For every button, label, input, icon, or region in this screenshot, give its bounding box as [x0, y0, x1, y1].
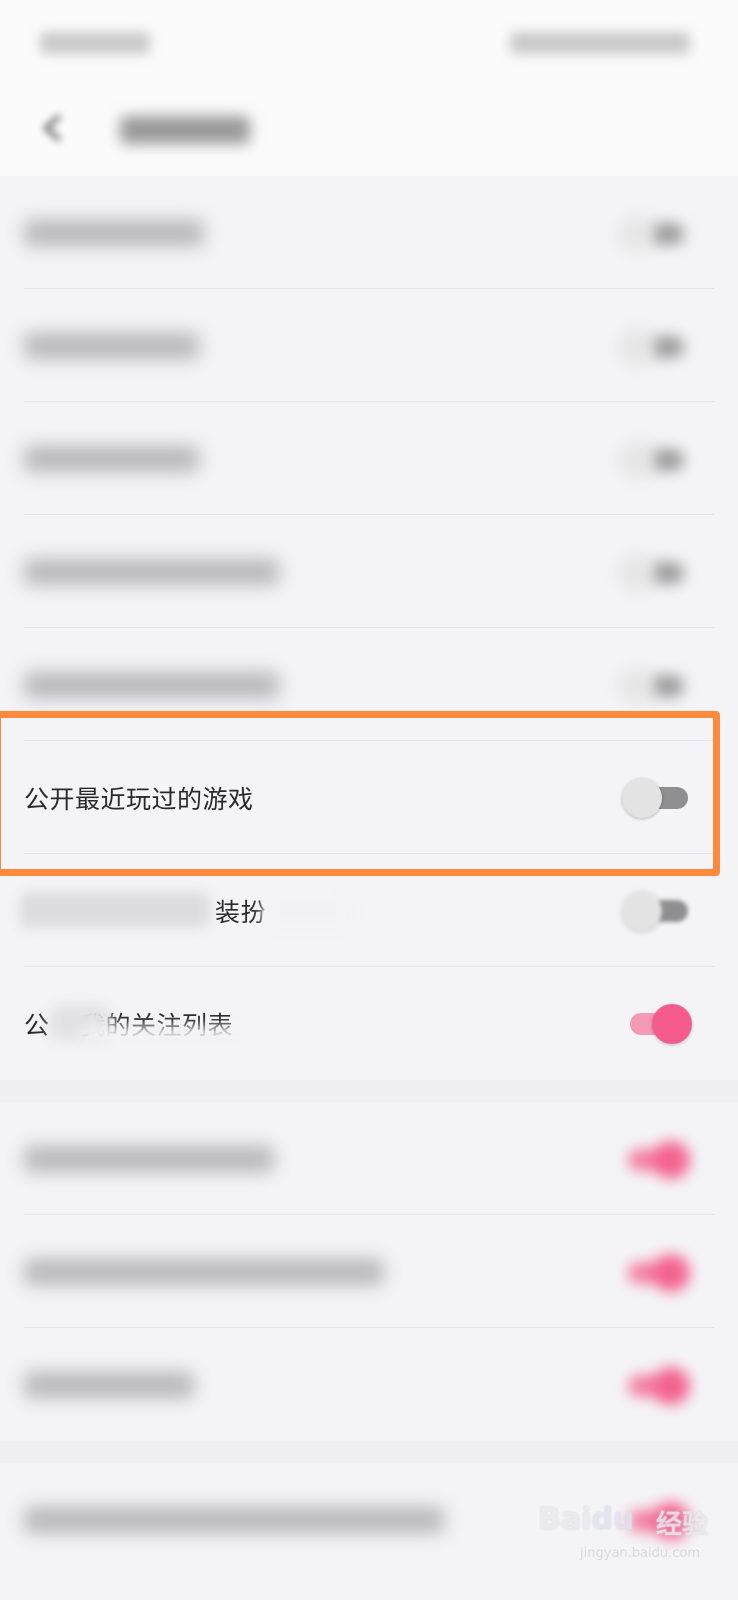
toggle-switch[interactable]	[618, 1252, 690, 1292]
blurred-label	[24, 1258, 384, 1285]
blurred-label	[24, 219, 204, 246]
text-smudge	[80, 1027, 260, 1043]
page-title-blurred	[120, 116, 250, 144]
toggle-switch[interactable]	[618, 326, 690, 366]
toggle-switch[interactable]	[618, 439, 690, 479]
blurred-label	[24, 1506, 444, 1533]
list-item[interactable]	[0, 402, 738, 515]
follow-list-label-start: 公	[24, 1010, 50, 1040]
toggle-switch[interactable]	[618, 1365, 690, 1405]
list-item[interactable]	[0, 1102, 738, 1215]
toggle-switch[interactable]	[618, 1139, 690, 1179]
section-divider	[0, 1441, 738, 1463]
blurred-label	[24, 332, 199, 359]
privacy-settings-list: 公开最近玩过的游戏 装扮 公 我的关注列表	[0, 176, 738, 1576]
blurred-label	[24, 445, 199, 472]
dress-up-label: 装扮	[215, 897, 267, 927]
list-item[interactable]	[0, 1328, 738, 1441]
toggle-switch[interactable]	[618, 552, 690, 592]
blurred-label	[24, 671, 279, 698]
watermark-brand: Baidu	[538, 1502, 635, 1537]
pixelated-text	[20, 892, 210, 928]
header	[0, 80, 738, 176]
status-carrier-blurred	[40, 32, 150, 54]
status-icons-blurred	[510, 32, 690, 54]
back-arrow-icon[interactable]	[34, 108, 74, 148]
follow-list-toggle[interactable]	[622, 1003, 692, 1044]
list-item[interactable]	[0, 1215, 738, 1328]
status-bar	[0, 0, 738, 80]
baidu-jingyan-watermark: Baidu 经验 jingyan.baidu.com	[538, 1496, 708, 1561]
watermark-url: jingyan.baidu.com	[580, 1546, 700, 1561]
list-item[interactable]	[0, 289, 738, 402]
blurred-label	[24, 558, 279, 585]
list-item[interactable]	[0, 176, 738, 289]
text-smudge	[262, 898, 352, 928]
toggle-switch[interactable]	[618, 213, 690, 253]
list-item[interactable]	[0, 515, 738, 628]
dress-up-toggle[interactable]	[622, 890, 692, 931]
list-item-follow-list[interactable]: 公 我的关注列表	[0, 967, 738, 1080]
blurred-label	[24, 1371, 194, 1398]
section-divider	[0, 1080, 738, 1102]
blurred-label	[24, 1145, 274, 1172]
toggle-switch[interactable]	[618, 665, 690, 705]
watermark-cn: 经验	[655, 1510, 708, 1540]
highlight-annotation-box	[0, 711, 720, 876]
